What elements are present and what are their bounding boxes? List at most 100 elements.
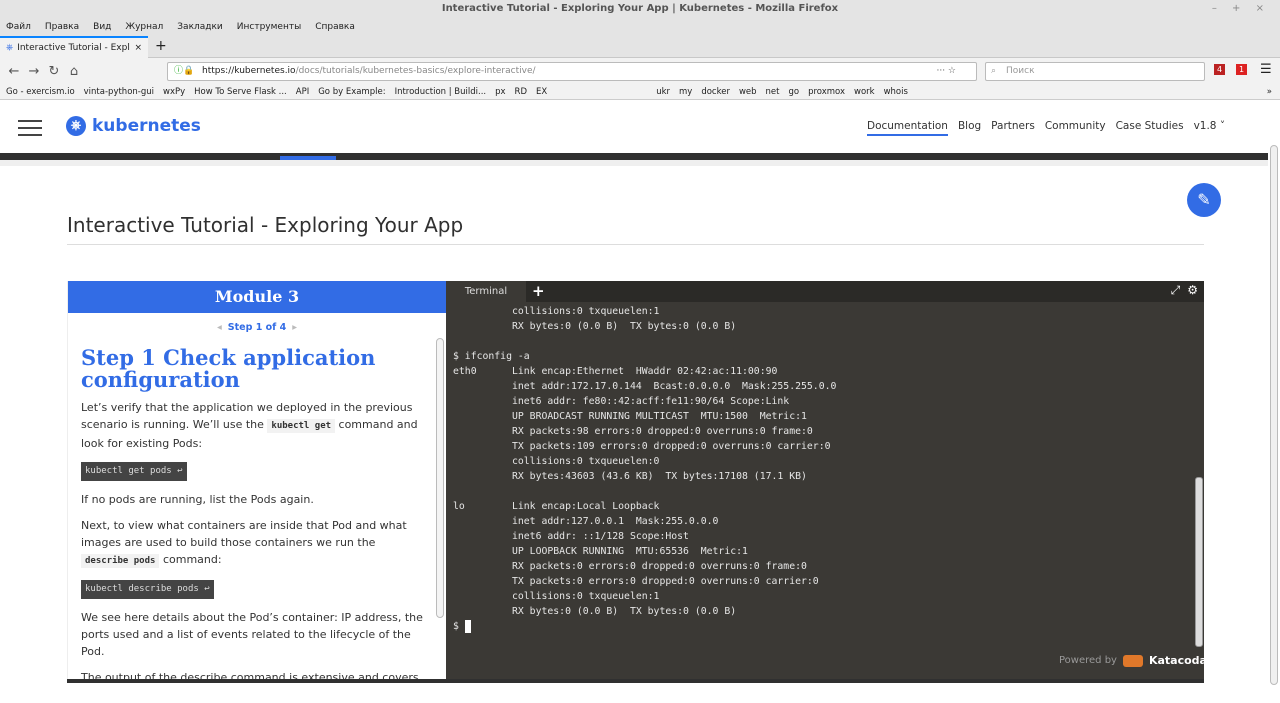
- more-bookmarks-button[interactable]: »: [1267, 84, 1272, 99]
- bookmark-folder[interactable]: work: [854, 84, 875, 99]
- add-terminal-button[interactable]: +: [532, 281, 545, 302]
- kubernetes-favicon-icon: ⎈: [6, 43, 14, 53]
- back-button[interactable]: ←: [4, 64, 24, 79]
- menu-help[interactable]: Справка: [315, 18, 355, 36]
- new-tab-button[interactable]: +: [155, 38, 167, 54]
- paragraph: If no pods are running, list the Pods ag…: [81, 493, 314, 506]
- nav-blog[interactable]: Blog: [958, 120, 981, 136]
- text: command:: [159, 553, 222, 566]
- powered-by-katacoda[interactable]: Powered by Katacoda: [1059, 654, 1207, 667]
- window-controls[interactable]: – + ×: [1212, 0, 1270, 18]
- cursor: [464, 619, 471, 633]
- edit-page-button[interactable]: ✎: [1187, 183, 1221, 217]
- extension-badge-2[interactable]: 1: [1236, 64, 1248, 75]
- browser-tab[interactable]: ⎈ Interactive Tutorial - Explorin ×: [0, 36, 148, 58]
- hamburger-menu-icon[interactable]: ☰: [1260, 62, 1272, 77]
- nav-partners[interactable]: Partners: [991, 120, 1035, 136]
- search-placeholder: Поиск: [1006, 66, 1035, 76]
- bookmark-folder[interactable]: docker: [701, 84, 730, 99]
- page-title: Interactive Tutorial - Exploring Your Ap…: [67, 213, 464, 237]
- nav-documentation[interactable]: Documentation: [867, 120, 948, 136]
- step-indicator: Step 1 of 4: [227, 322, 287, 333]
- katacoda-brand: Katacoda: [1148, 654, 1207, 667]
- menu-history[interactable]: Журнал: [125, 18, 163, 36]
- bookmark[interactable]: whois: [884, 84, 908, 99]
- url-bar[interactable]: ⓘ🔒 https://kubernetes.io/docs/tutorials/…: [167, 62, 977, 81]
- bookmark[interactable]: Introduction | Buildi...: [395, 84, 487, 99]
- text: Next, to view what containers are inside…: [81, 519, 407, 549]
- bookmark-folder[interactable]: go: [788, 84, 799, 99]
- page-scrollbar[interactable]: [1270, 145, 1278, 685]
- paragraph: We see here details about the Pod’s cont…: [81, 611, 423, 658]
- fullscreen-icon[interactable]: ⤢: [1171, 283, 1181, 298]
- module-header: Module 3: [68, 281, 446, 313]
- terminal-tabs: Terminal + ⤢ ⚙: [446, 281, 1204, 302]
- prompt: $: [453, 621, 465, 632]
- bookmarks-bar: Go - exercism.io vinta-python-gui wxPy H…: [0, 84, 1280, 100]
- forward-button[interactable]: →: [24, 64, 44, 79]
- menu-edit[interactable]: Правка: [45, 18, 79, 36]
- bookmark[interactable]: RD: [515, 84, 527, 99]
- paragraph: Next, to view what containers are inside…: [81, 517, 424, 570]
- terminal-panel[interactable]: Terminal + ⤢ ⚙ collisions:0 txqueuelen:1…: [446, 281, 1204, 682]
- prev-step-button[interactable]: ◂: [217, 322, 222, 333]
- terminal-text: collisions:0 txqueuelen:1 RX bytes:0 (0.…: [453, 306, 837, 617]
- next-step-button[interactable]: ▸: [292, 322, 297, 333]
- tutorial-panel: Module 3 ◂ Step 1 of 4 ▸ Step 1 Check appl…: [67, 281, 446, 682]
- terminal-scrollbar[interactable]: [1195, 477, 1203, 647]
- nav-community[interactable]: Community: [1045, 120, 1106, 136]
- url-host: https://kubernetes.io: [202, 66, 296, 76]
- version-dropdown[interactable]: v1.8 ˅: [1194, 120, 1226, 136]
- helm-wheel-icon: ⎈: [66, 116, 86, 136]
- bookmark[interactable]: vinta-python-gui: [84, 84, 154, 99]
- menu-view[interactable]: Вид: [93, 18, 111, 36]
- terminal-output[interactable]: collisions:0 txqueuelen:1 RX bytes:0 (0.…: [453, 304, 836, 634]
- close-tab-icon[interactable]: ×: [134, 43, 142, 53]
- settings-gear-icon[interactable]: ⚙: [1187, 283, 1198, 298]
- step-title: Step 1 Check application configuration: [81, 345, 376, 392]
- divider: [67, 244, 1204, 245]
- bookmark[interactable]: How To Serve Flask ...: [194, 84, 287, 99]
- window-title: Interactive Tutorial - Exploring Your Ap…: [0, 0, 1280, 18]
- reload-button[interactable]: ↻: [44, 64, 64, 79]
- inline-code: kubectl get: [267, 419, 336, 433]
- nav-case-studies[interactable]: Case Studies: [1116, 120, 1184, 136]
- menu-bar: Файл Правка Вид Журнал Закладки Инструме…: [0, 18, 1280, 36]
- inline-code: describe pods: [81, 554, 160, 568]
- bookmark[interactable]: EX: [536, 84, 547, 99]
- bookmark-folder[interactable]: proxmox: [808, 84, 845, 99]
- extension-badge-1[interactable]: 4: [1214, 64, 1226, 75]
- step-content: Step 1 Check application configuration L…: [68, 333, 446, 682]
- bookmark-folder[interactable]: net: [766, 84, 780, 99]
- bookmark[interactable]: wxPy: [163, 84, 185, 99]
- bookmark[interactable]: Go by Example:: [318, 84, 385, 99]
- tab-terminal[interactable]: Terminal: [446, 281, 526, 302]
- divider: [0, 160, 1268, 166]
- bookmark[interactable]: API: [296, 84, 309, 99]
- paragraph: Let’s verify that the application we dep…: [81, 399, 424, 452]
- site-nav: Documentation Blog Partners Community Ca…: [867, 120, 1225, 136]
- bookmark-folder[interactable]: my: [679, 84, 692, 99]
- step-nav: ◂ Step 1 of 4 ▸: [68, 322, 446, 333]
- bookmark[interactable]: Go - exercism.io: [6, 84, 75, 99]
- lock-icon: ⓘ🔒: [174, 66, 195, 76]
- bookmark[interactable]: ukr: [656, 84, 670, 99]
- menu-tools[interactable]: Инструменты: [237, 18, 301, 36]
- page-actions[interactable]: ··· ☆: [936, 63, 956, 80]
- run-command-kubectl-get-pods[interactable]: kubectl get pods ↩: [81, 462, 187, 481]
- docs-subnav: [0, 153, 1268, 160]
- bookmark-folder[interactable]: web: [739, 84, 757, 99]
- tutorial-scrollbar[interactable]: [436, 338, 444, 618]
- katacoda-mascot-icon: [1122, 654, 1143, 667]
- menu-file[interactable]: Файл: [6, 18, 31, 36]
- site-menu-icon[interactable]: [18, 120, 42, 141]
- run-command-kubectl-describe-pods[interactable]: kubectl describe pods ↩: [81, 580, 214, 599]
- panel-bottom-border: [67, 679, 1204, 683]
- powered-by-label: Powered by: [1059, 655, 1117, 666]
- menu-bookmarks[interactable]: Закладки: [177, 18, 223, 36]
- kubernetes-logo[interactable]: ⎈ kubernetes: [66, 116, 201, 136]
- url-path: /docs/tutorials/kubernetes-basics/explor…: [295, 66, 536, 76]
- bookmark[interactable]: px: [495, 84, 505, 99]
- home-button[interactable]: ⌂: [64, 64, 84, 79]
- search-input[interactable]: ⌕ Поиск: [985, 62, 1205, 81]
